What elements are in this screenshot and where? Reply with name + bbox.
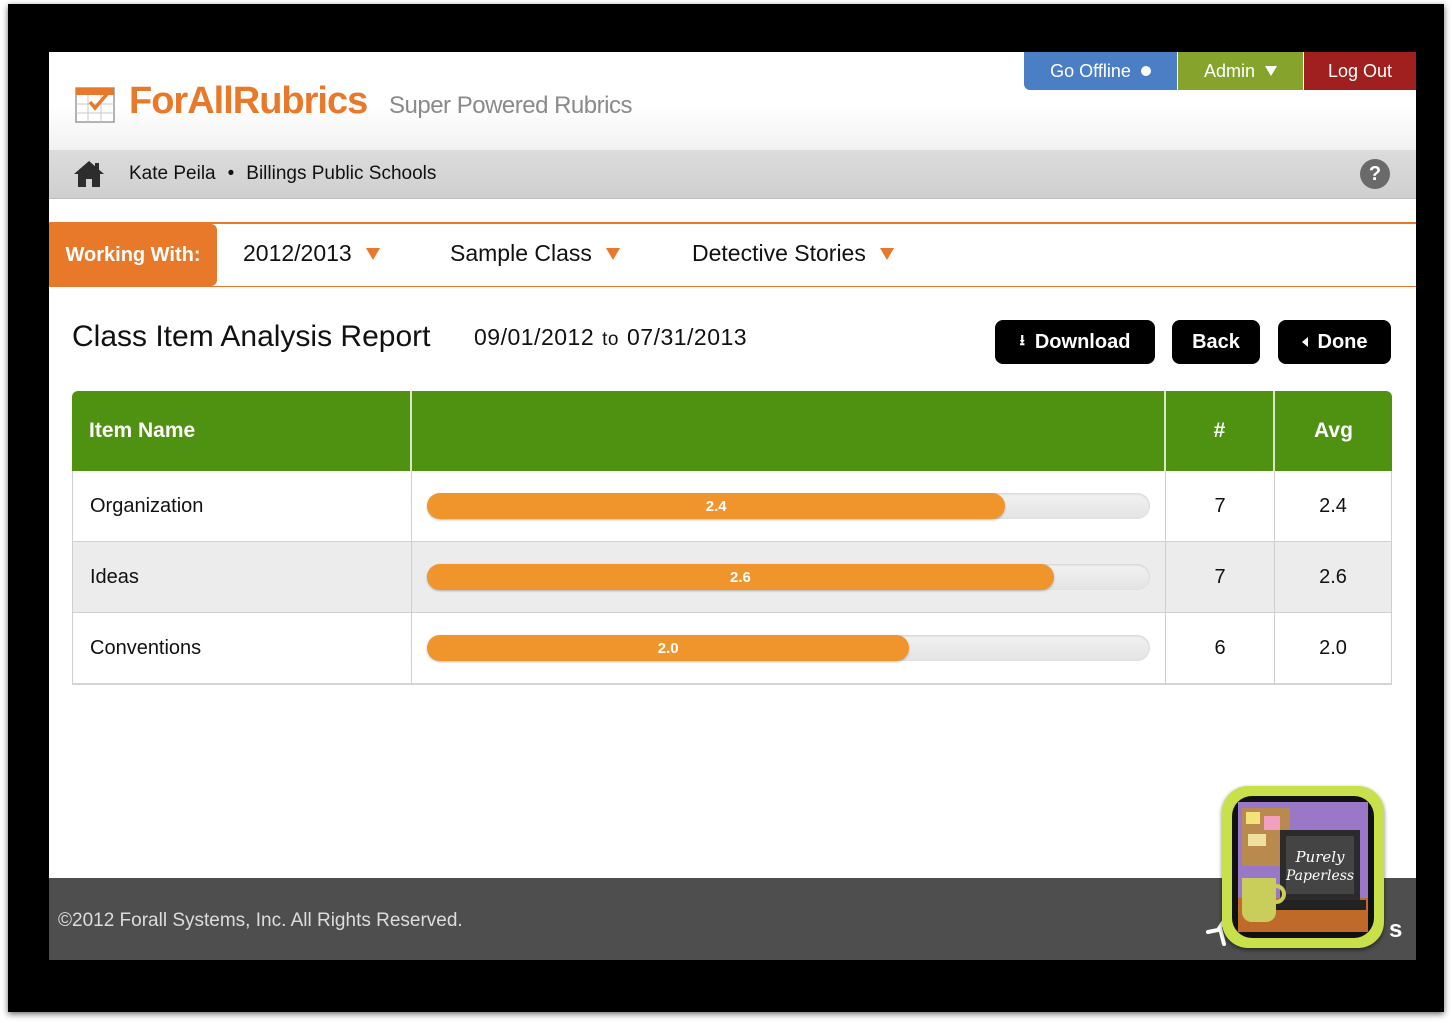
report-title: Class Item Analysis Report: [72, 320, 431, 353]
app-window: ForAllRubrics Super Powered Rubrics Go O…: [49, 52, 1416, 960]
count-cell: 6: [1166, 613, 1275, 683]
school-name: Billings Public Schools: [246, 163, 437, 184]
item-analysis-table: Item Name # Avg Organization 2.4 7 2.4 I…: [72, 391, 1392, 685]
class-value: Sample Class: [450, 240, 592, 266]
avg-cell: 2.4: [1275, 471, 1392, 541]
working-with-bar: Working With: 2012/2013 Sample Class Det…: [49, 222, 1416, 287]
done-button[interactable]: Done: [1278, 320, 1391, 364]
go-offline-label: Go Offline: [1050, 60, 1131, 81]
download-button[interactable]: ⭳ Download: [995, 320, 1155, 364]
count-cell: 7: [1166, 471, 1275, 541]
table-header: Item Name # Avg: [72, 391, 1392, 471]
download-label: Download: [1034, 330, 1131, 353]
report-date-range: 09/01/2012 to 07/31/2013: [474, 324, 747, 351]
avg-cell: 2.6: [1275, 542, 1392, 612]
copyright-text: ©2012 Forall Systems, Inc. All Rights Re…: [58, 910, 463, 931]
class-select[interactable]: Sample Class: [450, 240, 620, 267]
user-name: Kate Peila: [129, 163, 216, 184]
log-out-button[interactable]: Log Out: [1304, 52, 1416, 90]
app-header: ForAllRubrics Super Powered Rubrics Go O…: [49, 52, 1416, 150]
item-name-cell: Conventions: [72, 613, 412, 683]
done-label: Done: [1317, 330, 1368, 353]
table-row: Ideas 2.6 7 2.6: [72, 541, 1392, 612]
avg-cell: 2.0: [1275, 613, 1392, 683]
table-row: Organization 2.4 7 2.4: [72, 471, 1392, 541]
go-offline-button[interactable]: Go Offline: [1024, 52, 1177, 90]
footer-brand-fragment: s: [1389, 916, 1403, 943]
score-bar-fill: 2.0: [427, 635, 910, 661]
start-date: 09/01/2012: [474, 324, 595, 350]
end-date: 07/31/2013: [626, 324, 748, 350]
download-icon: ⭳: [1019, 331, 1025, 349]
item-name-cell: Ideas: [72, 542, 412, 612]
badge-text-line1: Purely: [1294, 848, 1345, 866]
year-select[interactable]: 2012/2013: [243, 240, 380, 267]
score-bar-fill: 2.4: [427, 493, 1006, 519]
assignment-value: Detective Stories: [692, 240, 866, 266]
score-bar-fill: 2.6: [427, 564, 1054, 590]
purely-paperless-logo-icon: Purely Paperless: [1232, 796, 1374, 938]
caret-down-icon: [879, 247, 894, 260]
brand-tagline: Super Powered Rubrics: [389, 92, 632, 119]
col-header-count: #: [1166, 391, 1275, 471]
calendar-check-icon: [75, 87, 115, 123]
bar-cell: 2.6: [412, 542, 1166, 612]
year-value: 2012/2013: [243, 240, 352, 266]
score-bar-track: 2.4: [427, 493, 1150, 519]
item-name-cell: Organization: [72, 471, 412, 541]
date-separator: to: [602, 329, 619, 350]
caret-down-icon: [365, 247, 380, 260]
badge-text-line2: Paperless: [1285, 868, 1354, 884]
bar-cell: 2.4: [412, 471, 1166, 541]
help-icon[interactable]: ?: [1360, 159, 1390, 189]
working-with-label: Working With:: [49, 224, 217, 286]
table-row: Conventions 2.0 6 2.0: [72, 612, 1392, 683]
col-header-item-name: Item Name: [72, 391, 412, 471]
user-bar: Kate Peila • Billings Public Schools ?: [49, 150, 1416, 199]
assignment-select[interactable]: Detective Stories: [692, 240, 894, 267]
home-icon[interactable]: [73, 160, 105, 188]
user-info: Kate Peila • Billings Public Schools: [129, 163, 436, 185]
admin-label: Admin: [1203, 60, 1256, 81]
brand-logo-text[interactable]: ForAllRubrics: [129, 80, 368, 123]
score-bar-track: 2.6: [427, 564, 1150, 590]
count-cell: 7: [1166, 542, 1275, 612]
caret-down-icon: [605, 247, 620, 260]
score-bar-track: 2.0: [427, 635, 1150, 661]
back-button[interactable]: Back: [1172, 320, 1260, 364]
purely-paperless-badge: Purely Paperless: [1222, 786, 1384, 948]
page-footer: ©2012 Forall Systems, Inc. All Rights Re…: [49, 878, 1416, 960]
col-header-bar: [412, 391, 1166, 471]
status-dot-icon: [1140, 66, 1151, 76]
bar-cell: 2.0: [412, 613, 1166, 683]
separator-dot: •: [227, 163, 235, 184]
chevron-left-icon: [1301, 337, 1308, 347]
col-header-avg: Avg: [1314, 419, 1353, 442]
caret-down-icon: [1265, 66, 1278, 76]
admin-menu-button[interactable]: Admin: [1178, 52, 1303, 90]
